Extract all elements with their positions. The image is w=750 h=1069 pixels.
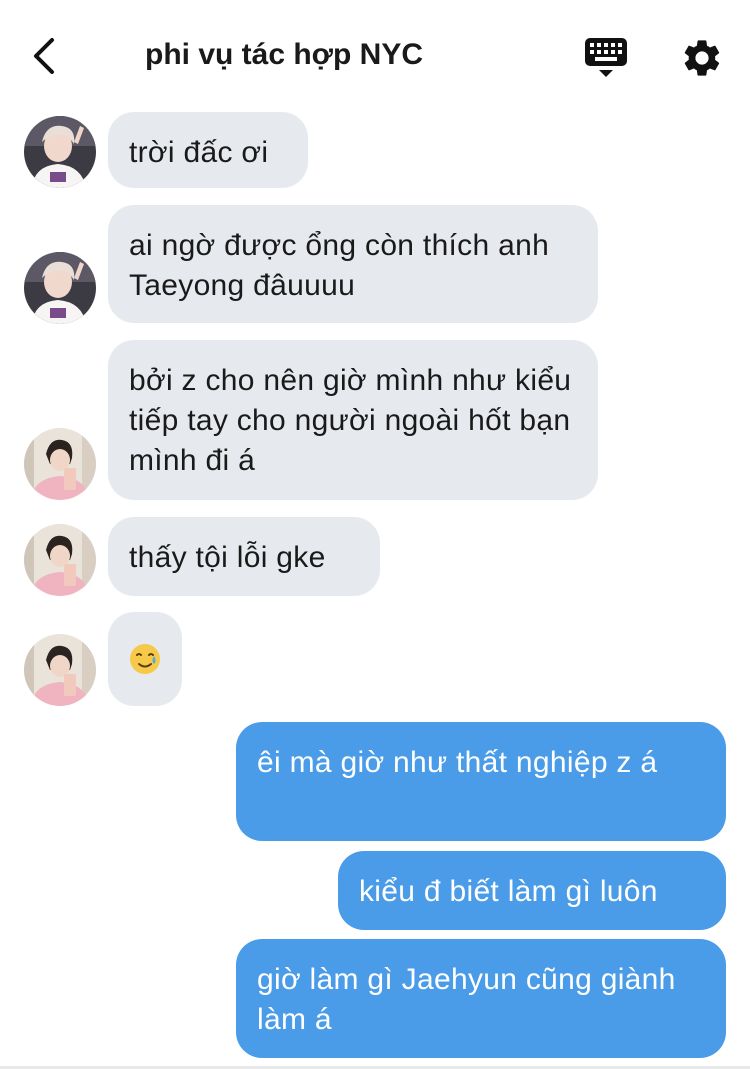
chat-header: phi vụ tác hợp NYC <box>0 0 750 112</box>
avatar-1 <box>24 116 96 188</box>
back-button[interactable] <box>24 34 68 78</box>
message-bubble-outgoing[interactable]: giờ làm gì Jaehyun cũng giành làm á <box>236 939 726 1058</box>
avatar-1 <box>24 252 96 324</box>
avatar[interactable] <box>24 524 96 596</box>
avatar[interactable] <box>24 634 96 706</box>
message-bubble-outgoing[interactable]: kiểu đ biết làm gì luôn <box>338 851 726 930</box>
message-bubble-incoming[interactable]: thấy tội lỗi gke <box>108 517 380 596</box>
message-bubble-outgoing[interactable]: êi mà giờ như thất nghiệp z á <box>236 722 726 841</box>
avatar[interactable] <box>24 252 96 324</box>
gear-icon <box>684 40 720 76</box>
avatar[interactable] <box>24 428 96 500</box>
avatar-2 <box>24 524 96 596</box>
message-bubble-incoming[interactable]: bởi z cho nên giờ mình như kiểu tiếp tay… <box>108 340 598 500</box>
avatar-2 <box>24 428 96 500</box>
keyboard-button[interactable] <box>582 34 630 82</box>
avatar[interactable] <box>24 116 96 188</box>
page-title: phi vụ tác hợp NYC <box>145 38 424 71</box>
settings-button[interactable] <box>680 36 724 80</box>
avatar-2 <box>24 634 96 706</box>
message-bubble-incoming[interactable]: 🥲 <box>108 612 182 706</box>
keyboard-icon <box>585 38 627 77</box>
chevron-left-icon <box>34 38 54 74</box>
smiling-tear-emoji-icon <box>130 644 160 674</box>
message-bubble-incoming[interactable]: ai ngờ được ổng còn thích anh Taeyong đâ… <box>108 205 598 323</box>
message-bubble-incoming[interactable]: trời đấc ơi <box>108 112 308 188</box>
